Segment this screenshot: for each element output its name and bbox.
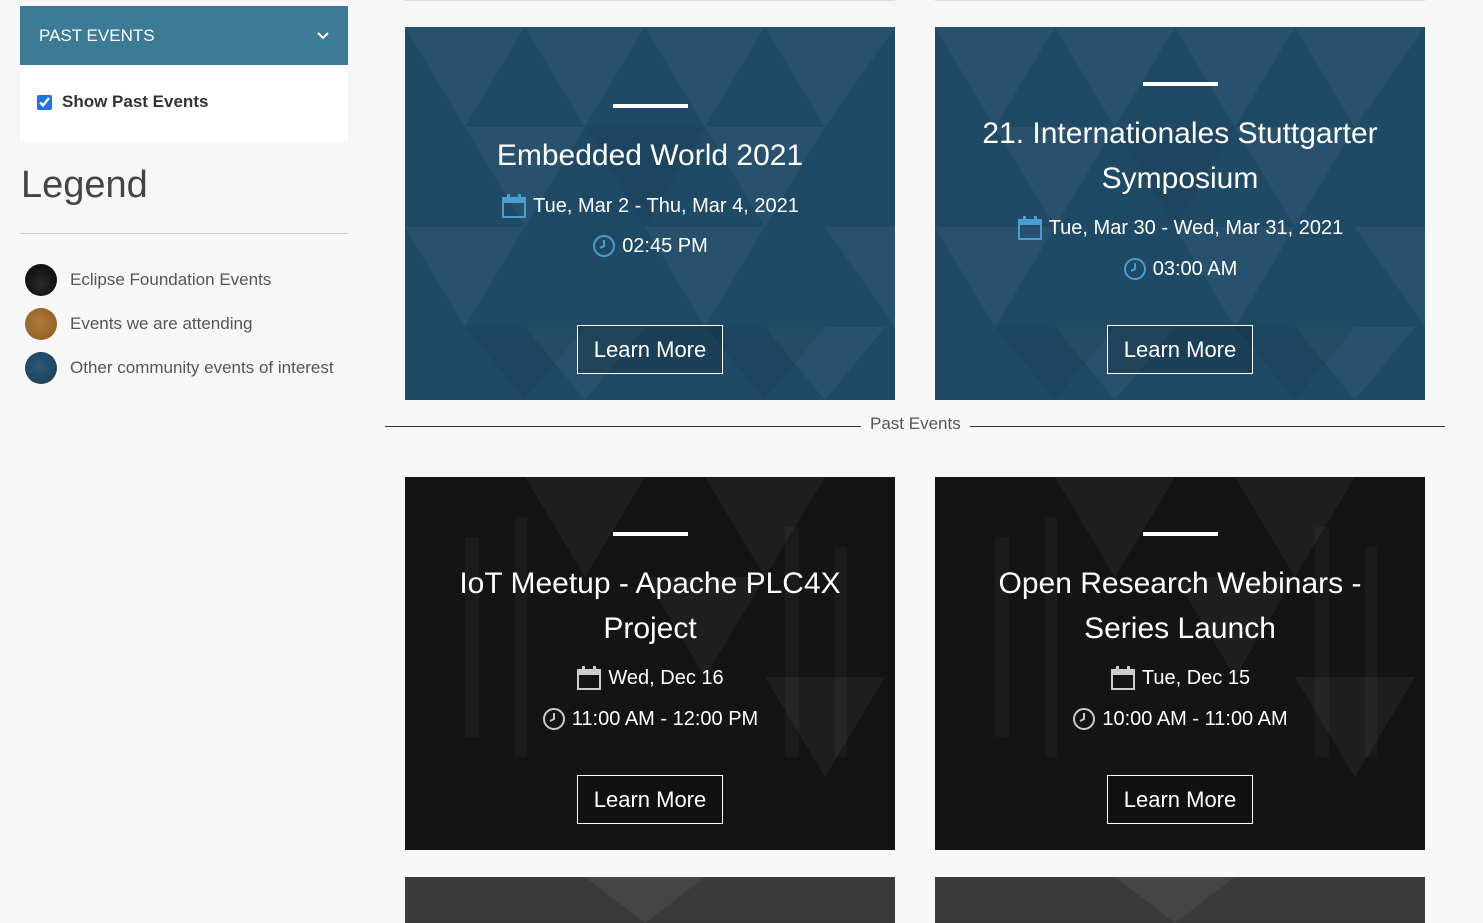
legend-divider	[20, 233, 348, 234]
legend-label: Eclipse Foundation Events	[70, 270, 272, 289]
past-events-filter-body: Show Past Events	[20, 65, 348, 142]
event-time: 03:00 AM	[935, 257, 1425, 281]
event-card: IoT Meetup - Apache PLC4X Project Wed, D…	[405, 477, 895, 850]
legend-list: Eclipse Foundation Events Events we are …	[25, 258, 355, 390]
event-time: 11:00 AM - 12:00 PM	[405, 707, 895, 731]
clock-icon	[1072, 707, 1096, 731]
legend-item-community: Other community events of interest	[25, 346, 355, 390]
event-title[interactable]: Embedded World 2021	[435, 133, 865, 178]
card-background-pattern	[1115, 877, 1235, 923]
show-past-events-checkbox[interactable]	[37, 94, 52, 110]
past-events-divider-label: Past Events	[861, 414, 970, 434]
learn-more-button[interactable]: Learn More	[577, 775, 723, 824]
event-date: Tue, Dec 15	[935, 665, 1425, 691]
event-date-text: Tue, Mar 2 - Thu, Mar 4, 2021	[533, 194, 799, 217]
calendar-icon	[576, 665, 602, 691]
event-card: 21. Internationales Stuttgarter Symposiu…	[935, 27, 1425, 400]
show-past-events-label: Show Past Events	[62, 92, 209, 111]
clock-icon	[592, 234, 616, 258]
card-accent-bar	[1143, 532, 1218, 536]
event-card-partial	[405, 877, 895, 923]
past-events-filter-title: PAST EVENTS	[39, 25, 155, 45]
learn-more-button[interactable]: Learn More	[577, 325, 723, 374]
card-top-border	[405, 0, 895, 1]
legend-item-attending: Events we are attending	[25, 302, 355, 346]
legend-dot-eclipse	[25, 264, 57, 296]
event-title[interactable]: 21. Internationales Stuttgarter Symposiu…	[965, 111, 1395, 201]
event-date: Tue, Mar 30 - Wed, Mar 31, 2021	[935, 215, 1425, 241]
event-date-text: Tue, Mar 30 - Wed, Mar 31, 2021	[1048, 216, 1344, 239]
event-time: 10:00 AM - 11:00 AM	[935, 707, 1425, 731]
event-title[interactable]: IoT Meetup - Apache PLC4X Project	[435, 561, 865, 651]
event-date-text: Wed, Dec 16	[608, 666, 724, 689]
past-events-filter-header[interactable]: PAST EVENTS	[20, 6, 348, 65]
event-card: Embedded World 2021 Tue, Mar 2 - Thu, Ma…	[405, 27, 895, 400]
event-date: Tue, Mar 2 - Thu, Mar 4, 2021	[405, 193, 895, 219]
event-card: Open Research Webinars - Series Launch T…	[935, 477, 1425, 850]
legend-item-eclipse: Eclipse Foundation Events	[25, 258, 355, 302]
learn-more-button[interactable]: Learn More	[1107, 325, 1253, 374]
show-past-events-option[interactable]: Show Past Events	[37, 92, 208, 112]
event-title[interactable]: Open Research Webinars - Series Launch	[965, 561, 1395, 651]
legend-label: Events we are attending	[70, 314, 253, 333]
card-accent-bar	[613, 532, 688, 536]
card-background-pattern	[585, 877, 705, 923]
legend-dot-community	[25, 352, 57, 384]
chevron-down-icon[interactable]	[316, 29, 330, 43]
clock-icon	[542, 707, 566, 731]
learn-more-button[interactable]: Learn More	[1107, 775, 1253, 824]
card-top-border	[935, 0, 1425, 1]
event-card-partial	[935, 877, 1425, 923]
event-time-text: 02:45 PM	[622, 234, 708, 257]
card-accent-bar	[613, 104, 688, 108]
event-date: Wed, Dec 16	[405, 665, 895, 691]
event-time-text: 11:00 AM - 12:00 PM	[571, 707, 759, 730]
event-time-text: 10:00 AM - 11:00 AM	[1102, 707, 1288, 730]
legend-title: Legend	[21, 164, 148, 206]
legend-dot-attending	[25, 308, 57, 340]
calendar-icon	[1017, 215, 1043, 241]
calendar-icon	[1110, 665, 1136, 691]
event-date-text: Tue, Dec 15	[1141, 666, 1251, 689]
event-time-text: 03:00 AM	[1152, 257, 1238, 280]
card-accent-bar	[1143, 82, 1218, 86]
legend-label: Other community events of interest	[70, 358, 334, 377]
calendar-icon	[501, 193, 527, 219]
clock-icon	[1123, 257, 1147, 281]
event-time: 02:45 PM	[405, 234, 895, 258]
